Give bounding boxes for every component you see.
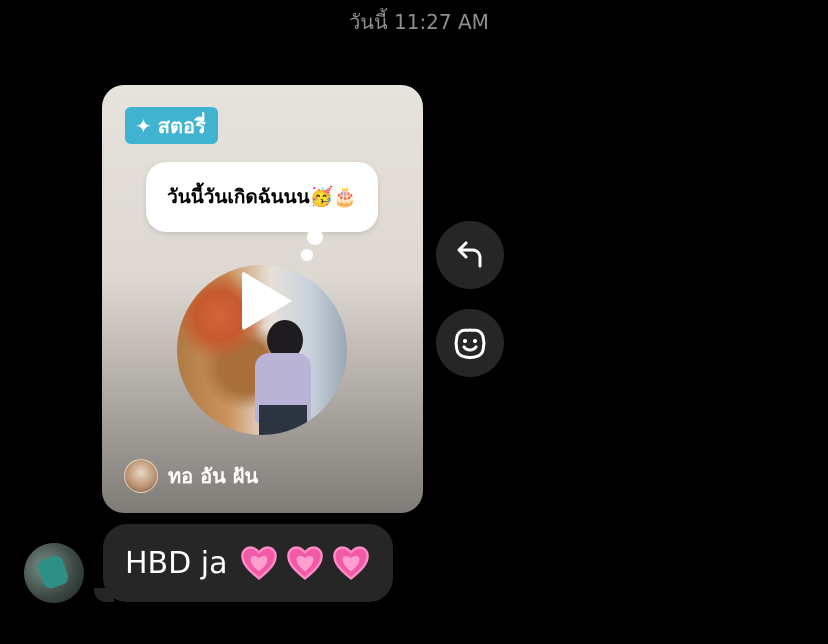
message-bubble[interactable]: HBD ja — [103, 524, 393, 602]
play-icon[interactable] — [242, 271, 292, 331]
thumbnail-figure — [259, 405, 307, 435]
thought-dot — [301, 249, 313, 261]
story-caption-bubble: วันนี้วันเกิดฉันนน🥳🎂 — [146, 162, 378, 232]
heart-icon — [286, 546, 323, 580]
reply-arrow-icon — [457, 241, 482, 268]
message-timestamp: วันนี้ 11:27 AM — [349, 10, 489, 34]
reply-button[interactable] — [436, 221, 504, 289]
story-badge-label: สตอรี่ — [157, 113, 206, 138]
story-caption: วันนี้วันเกิดฉันนน🥳🎂 — [167, 186, 357, 208]
story-badge: ✦ สตอรี่ — [125, 107, 218, 144]
avatar-image — [35, 553, 71, 591]
sparkle-icon: ✦ — [135, 113, 152, 138]
story-author[interactable]: ทอ อัน ฝัน — [124, 459, 258, 493]
smiley-sticker-icon — [454, 328, 486, 359]
thought-dot — [307, 229, 323, 245]
shared-story-card[interactable]: ✦ สตอรี่ วันนี้วันเกิดฉันนน🥳🎂 ทอ อัน ฝัน — [102, 85, 423, 513]
author-avatar — [124, 459, 158, 493]
react-button[interactable] — [436, 309, 504, 377]
sender-avatar[interactable] — [24, 543, 84, 603]
heart-icon — [332, 546, 369, 580]
message-text: HBD ja — [125, 545, 228, 581]
heart-icon — [240, 546, 277, 580]
author-name: ทอ อัน ฝัน — [168, 464, 259, 488]
